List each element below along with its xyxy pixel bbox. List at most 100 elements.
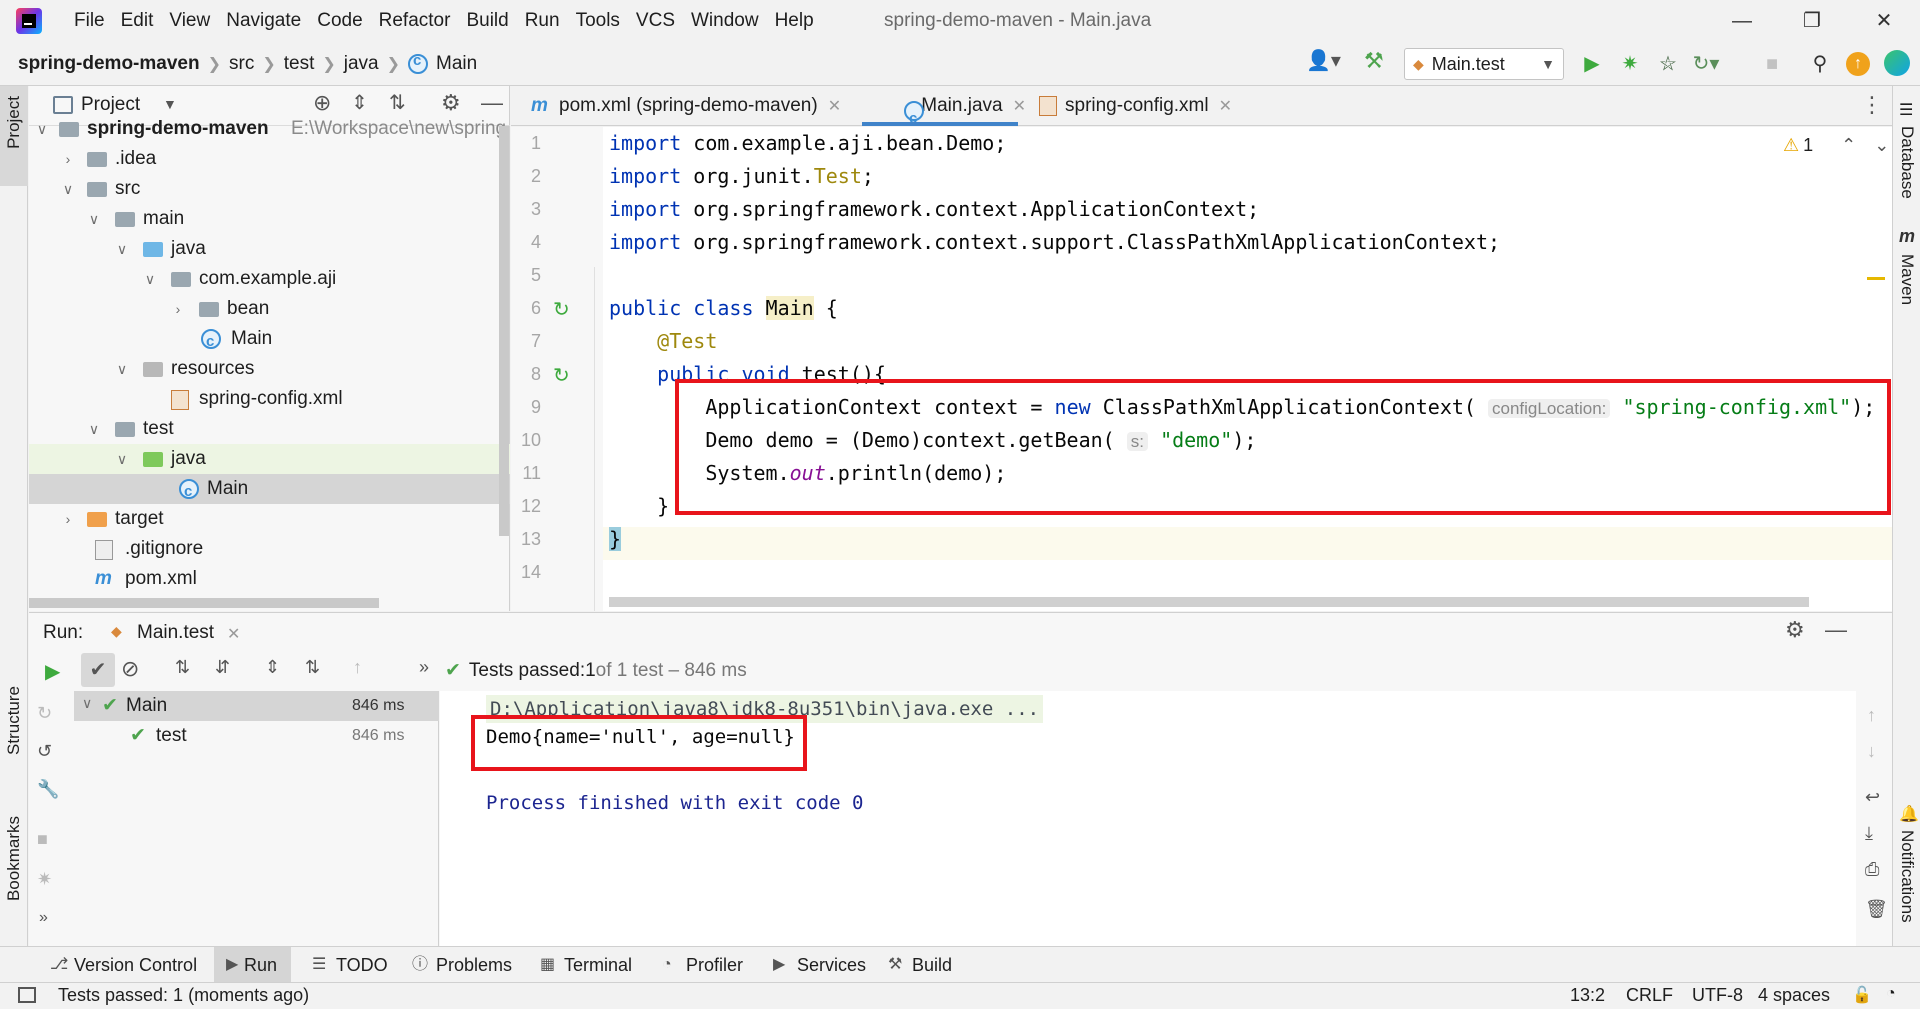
search-icon[interactable]: ⚲ [1804,48,1836,80]
breadcrumb-java[interactable]: java [344,53,385,75]
scroll-down-icon[interactable]: ↓ [1867,741,1876,762]
caret-position[interactable]: 13:2 [1570,985,1605,1006]
notifications-stripe-button[interactable]: Notifications [1897,830,1917,923]
test-tree-row-main[interactable]: ∨ ✔ Main 846 ms [74,691,439,721]
close-tab-icon[interactable]: ✕ [1219,98,1232,115]
chevron-down-icon[interactable]: ▼ [163,96,177,112]
project-stripe-button[interactable]: Project [0,86,28,186]
menu-refactor[interactable]: Refactor [371,0,459,42]
tree-item-test[interactable]: ∨ test [29,414,510,444]
previous-failed-icon[interactable]: ↑ [353,657,362,678]
close-window-icon[interactable]: ✕ [1854,0,1914,42]
minimize-icon[interactable]: — [1712,0,1772,42]
menu-run[interactable]: Run [517,0,568,42]
tool-tab-run[interactable]: ▶ Run [214,947,292,983]
project-view-label[interactable]: Project [81,94,140,116]
hide-icon[interactable]: — [1825,617,1847,643]
database-stripe-button[interactable]: Database [1897,126,1917,199]
debug-settings-icon[interactable]: ✷ [37,869,52,890]
user-icon[interactable]: 👤▾ [1306,48,1341,73]
expand-all-icon[interactable]: ⇕ [265,657,280,678]
rerun-icon[interactable]: ▶ [45,659,60,684]
run-class-gutter-icon[interactable]: ↻ [553,297,570,322]
chevron-down-icon[interactable]: ∨ [115,234,129,264]
tree-item-bean[interactable]: › bean [29,294,510,324]
bookmarks-stripe-button[interactable]: Bookmarks [4,816,24,901]
tree-item-project-root[interactable]: ∨ spring-demo-maven E:\Workspace\new\spr… [29,114,510,144]
run-configuration-select[interactable]: ◆ Main.test ▼ [1404,48,1564,80]
menu-build[interactable]: Build [458,0,516,42]
menu-file[interactable]: File [66,0,113,42]
update-icon[interactable]: ↑ [1846,52,1870,76]
project-vertical-scrollbar[interactable] [499,126,509,536]
indent-setting[interactable]: 4 spaces [1758,985,1830,1006]
run-icon[interactable]: ▶ [1576,48,1608,80]
tool-tab-problems[interactable]: ⓘ Problems [406,947,512,983]
tree-item-test-java[interactable]: ∨ java [29,444,510,474]
gear-icon[interactable]: ⚙ [441,90,461,116]
project-horizontal-scrollbar[interactable] [29,598,379,608]
menu-view[interactable]: View [161,0,218,42]
console-output[interactable]: D:\Application\java8\jdk8-8u351\bin\java… [440,691,1856,947]
more-tabs-icon[interactable]: ⋮ [1861,92,1883,118]
tree-item-pom[interactable]: m pom.xml [29,564,510,594]
restore-icon[interactable]: ❐ [1782,0,1842,42]
editor-horizontal-scrollbar[interactable] [609,597,1809,607]
chevron-down-icon[interactable]: ⌄ [1874,135,1889,156]
chevron-down-icon[interactable]: ∨ [61,174,75,204]
menu-vcs[interactable]: VCS [628,0,683,42]
chevron-down-icon[interactable]: ∨ [143,264,157,294]
menu-tools[interactable]: Tools [568,0,628,42]
tree-item-resources[interactable]: ∨ resources [29,354,510,384]
run-tab-main-test[interactable]: Main.test [137,622,214,644]
gear-icon[interactable]: ⚙ [1785,617,1805,643]
more-icon[interactable]: » [419,657,429,678]
collapse-all-icon[interactable]: ⇅ [389,90,406,115]
code-editor[interactable]: import com.example.aji.bean.Demo; import… [603,127,1892,611]
chevron-right-icon[interactable]: › [61,504,75,534]
file-encoding[interactable]: UTF-8 [1692,985,1743,1006]
maven-stripe-button[interactable]: Maven [1897,254,1917,305]
soft-wrap-icon[interactable]: ↩ [1865,787,1880,808]
menu-code[interactable]: Code [309,0,370,42]
tool-tab-profiler[interactable]: ◔ Profiler [656,947,743,983]
line-separator[interactable]: CRLF [1626,985,1673,1006]
tree-item-main[interactable]: ∨ main [29,204,510,234]
code-with-me-icon[interactable] [1884,50,1910,76]
collapse-all-icon[interactable]: ⇅ [305,657,320,678]
stop-icon[interactable]: ■ [37,829,48,850]
menu-navigate[interactable]: Navigate [218,0,309,42]
tree-item-main-java[interactable]: ∨ java [29,234,510,264]
breadcrumb-test[interactable]: test [284,53,321,75]
inspection-widget[interactable]: ⚠ 1 ⌃ ⌄ [1783,135,1889,156]
tab-spring-config-xml[interactable]: spring-config.xml ✕ [1031,86,1232,126]
toggle-autotest-icon[interactable]: ↺ [37,741,52,762]
locate-icon[interactable]: ⊕ [313,90,331,116]
coverage-icon[interactable]: ⛦ [1652,48,1684,80]
menu-edit[interactable]: Edit [113,0,162,42]
sort-alpha-icon[interactable]: ⇅ [175,657,190,678]
tab-main-java[interactable]: Main.java ✕ [862,86,1026,139]
lock-icon[interactable]: 🔓 [1852,985,1872,1005]
chevron-up-icon[interactable]: ⌃ [1841,135,1856,156]
tab-pom-xml[interactable]: m pom.xml (spring-demo-maven) ✕ [525,86,841,126]
scroll-up-icon[interactable]: ↑ [1867,705,1876,726]
chevron-down-icon[interactable]: ∨ [87,414,101,444]
status-message[interactable]: Tests passed: 1 (moments ago) [58,985,309,1006]
memory-indicator-icon[interactable]: ◔ [1886,985,1896,1003]
warning-marker[interactable] [1867,277,1885,280]
tool-tab-services[interactable]: ▶ Services [767,947,866,983]
tool-tab-terminal[interactable]: ▦ Terminal [534,947,632,983]
menu-window[interactable]: Window [683,0,767,42]
tree-item-main-class[interactable]: Main [29,324,510,357]
tree-item-target[interactable]: › target [29,504,510,534]
chevron-right-icon[interactable]: › [171,294,185,324]
tree-item-package[interactable]: ∨ com.example.aji [29,264,510,294]
sort-duration-icon[interactable]: ⇵ [215,657,230,678]
close-tab-icon[interactable]: ✕ [227,624,240,644]
toggle-tool-windows-icon[interactable] [18,987,36,1003]
show-passed-icon[interactable]: ✔ [81,653,115,687]
tool-tab-build[interactable]: ⚒ Build [882,947,952,983]
print-icon[interactable]: ⎙ [1865,859,1879,880]
tool-tab-todo[interactable]: ☰ TODO [306,947,388,983]
